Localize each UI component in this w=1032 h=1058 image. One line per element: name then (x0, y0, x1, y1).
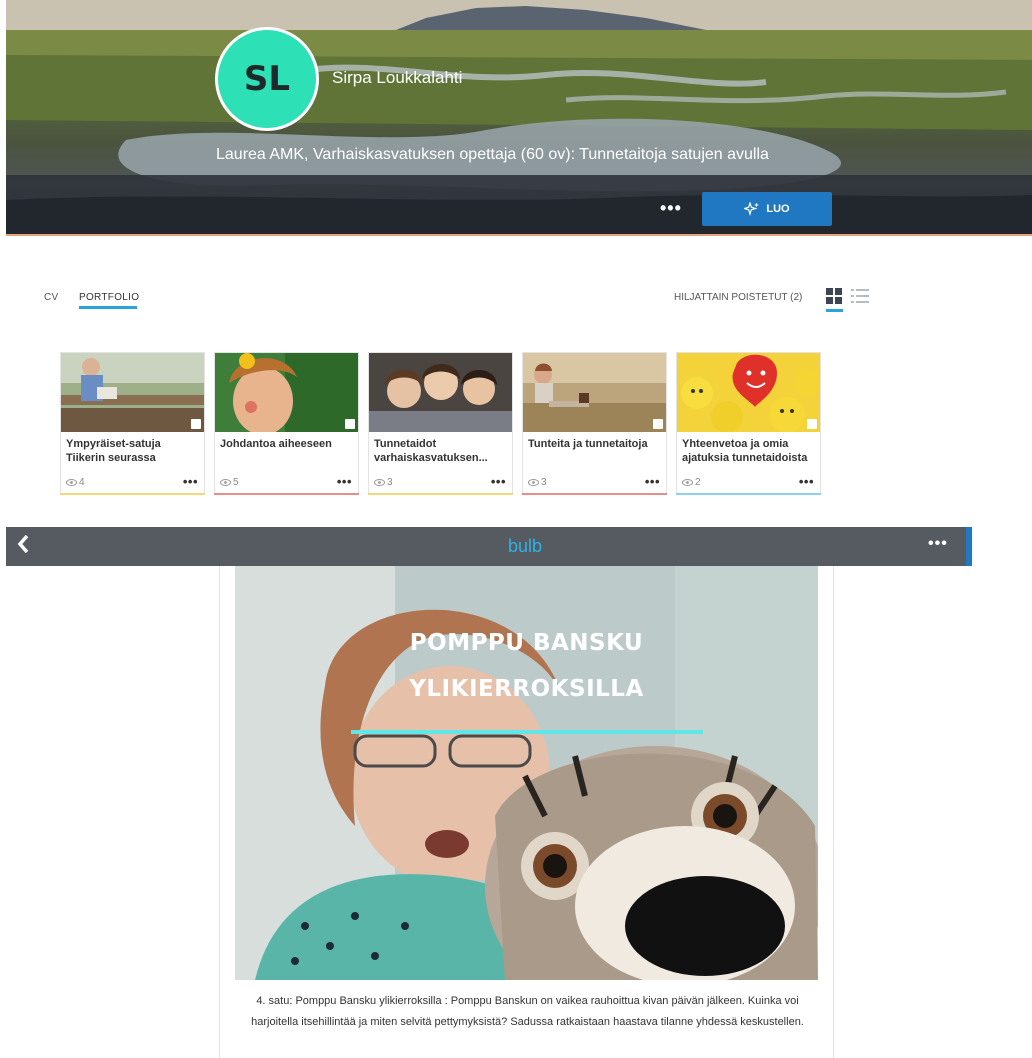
card-accent-bar (60, 493, 205, 495)
video-title-line-2: YLIKIERROKSILLA (409, 676, 644, 702)
card-thumbnail (523, 353, 666, 432)
card-title: Johdantoa aiheeseen (220, 438, 332, 450)
cover-divider (6, 234, 1032, 236)
content-type-icon (345, 419, 355, 429)
portfolio-card[interactable]: Tunnetaidot varhaiskasvatuksen... 3 ••• (368, 352, 513, 495)
viewer-more-button[interactable]: ••• (928, 535, 948, 553)
viewer-side-button[interactable] (966, 527, 972, 566)
video-title-rule (351, 730, 703, 734)
card-views: 5 (220, 477, 239, 488)
viewer-toolbar: bulb ••• (6, 527, 972, 566)
card-accent-bar (368, 493, 513, 495)
content-type-icon (191, 419, 201, 429)
card-thumbnail (369, 353, 512, 432)
content-type-icon (807, 419, 817, 429)
video-frame-image (235, 566, 818, 980)
card-views: 4 (66, 477, 85, 488)
card-thumbnail (215, 353, 358, 432)
create-button[interactable]: LUO (702, 192, 832, 226)
profile-cover (6, 0, 1032, 234)
cover-landscape-image (6, 0, 1032, 234)
portfolio-card[interactable]: Johdantoa aiheeseen 5 ••• (214, 352, 359, 495)
portfolio-card[interactable]: Tunteita ja tunnetaitoja 3 ••• (522, 352, 667, 495)
eye-icon (374, 479, 385, 486)
sparkle-icon (744, 202, 760, 216)
eye-icon (682, 479, 693, 486)
list-view-icon[interactable] (851, 288, 869, 304)
card-views: 3 (374, 477, 393, 488)
card-accent-bar (676, 493, 821, 495)
eye-icon (528, 479, 539, 486)
video-player[interactable]: POMPPU BANSKU YLIKIERROKSILLA (235, 566, 818, 980)
card-title: Yhteenvetoa ja omia ajatuksia tunnetaido… (682, 438, 808, 464)
user-name[interactable]: Sirpa Loukkalahti (332, 68, 462, 88)
create-button-label: LUO (766, 203, 790, 215)
card-views: 2 (682, 477, 701, 488)
card-title: Ympyräiset-satuja Tiikerin seurassa (66, 438, 161, 464)
video-title-line-1: POMPPU BANSKU (409, 630, 644, 656)
card-views: 3 (528, 477, 547, 488)
card-view-count: 4 (79, 477, 85, 488)
grid-view-icon[interactable] (826, 288, 842, 304)
eye-icon (220, 479, 231, 486)
card-view-count: 3 (387, 477, 393, 488)
active-tab-indicator (79, 306, 137, 309)
portfolio-card[interactable]: Yhteenvetoa ja omia ajatuksia tunnetaido… (676, 352, 821, 495)
card-more-button[interactable]: ••• (491, 474, 506, 489)
tab-cv[interactable]: CV (44, 292, 59, 303)
card-thumbnail (677, 353, 820, 432)
course-title: Laurea AMK, Varhaiskasvatuksen opettaja … (216, 146, 769, 163)
card-accent-bar (522, 493, 667, 495)
card-thumbnail (61, 353, 204, 432)
card-title: Tunteita ja tunnetaitoja (528, 438, 648, 450)
card-view-count: 2 (695, 477, 701, 488)
card-view-count: 3 (541, 477, 547, 488)
content-description: 4. satu: Pomppu Bansku ylikierroksilla :… (251, 995, 804, 1028)
eye-icon (66, 479, 77, 486)
avatar[interactable]: SL (215, 27, 319, 131)
avatar-initials: SL (243, 59, 291, 99)
card-more-button[interactable]: ••• (183, 474, 198, 489)
bulb-logo[interactable]: bulb (508, 536, 542, 557)
card-more-button[interactable]: ••• (337, 474, 352, 489)
portfolio-card[interactable]: Ympyräiset-satuja Tiikerin seurassa 4 ••… (60, 352, 205, 495)
content-type-icon (653, 419, 663, 429)
recently-deleted-link[interactable]: HILJATTAIN POISTETUT (2) (674, 292, 802, 303)
card-more-button[interactable]: ••• (799, 474, 814, 489)
card-view-count: 5 (233, 477, 239, 488)
card-accent-bar (214, 493, 359, 495)
card-title: Tunnetaidot varhaiskasvatuksen... (374, 438, 488, 464)
active-view-indicator (826, 309, 843, 312)
tab-portfolio[interactable]: PORTFOLIO (79, 292, 139, 303)
profile-more-button[interactable]: ••• (660, 198, 682, 219)
card-more-button[interactable]: ••• (645, 474, 660, 489)
chevron-left-icon[interactable] (16, 533, 30, 561)
